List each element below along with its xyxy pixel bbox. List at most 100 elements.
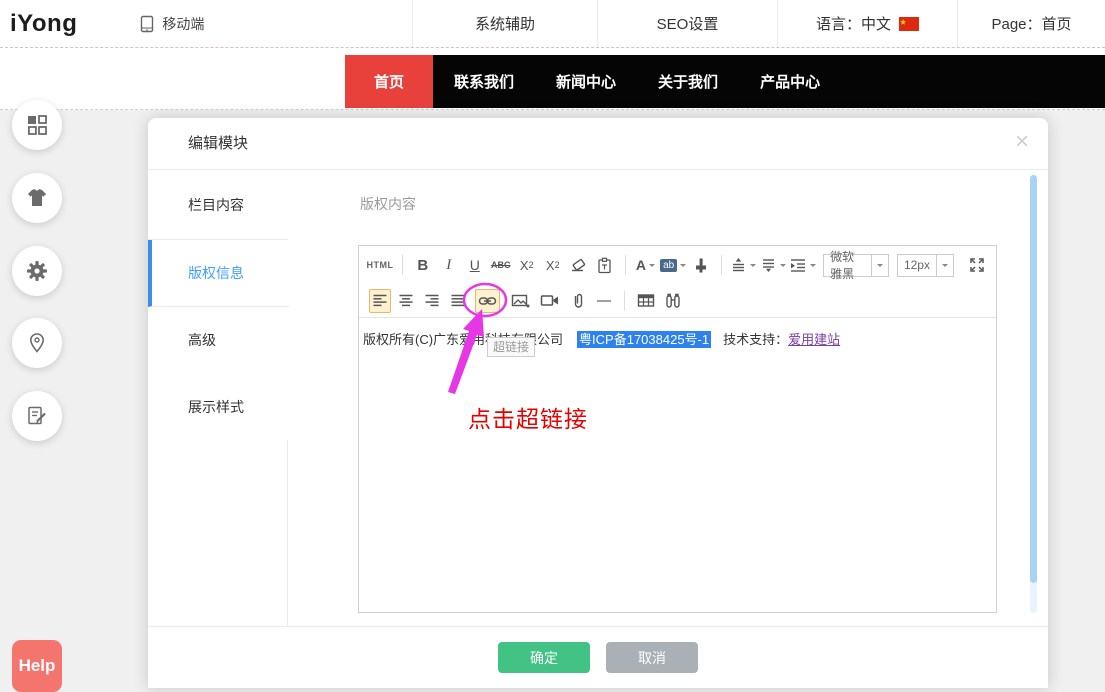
font-size-select[interactable]: 12px: [897, 254, 954, 277]
current-page-menu[interactable]: Page：首页: [957, 0, 1105, 47]
attachment-button[interactable]: [567, 289, 589, 313]
dialog-scrollbar-track[interactable]: [1030, 175, 1037, 613]
iyong-logo: iYong: [0, 10, 77, 38]
tab-advanced[interactable]: 高级: [148, 307, 288, 373]
theme-tshirt-icon: [25, 187, 49, 209]
html-source-button[interactable]: HTML: [367, 253, 393, 277]
align-center-button[interactable]: [395, 289, 417, 313]
nav-item-contact[interactable]: 联系我们: [433, 55, 535, 108]
subscript-base: X: [546, 258, 555, 273]
dialog-title: 编辑模块: [188, 118, 248, 170]
underline-button[interactable]: U: [464, 253, 486, 277]
subscript-num: 2: [555, 260, 560, 270]
topbar-menu: 系统辅助 SEO设置 语言：中文 Page：首页: [412, 0, 1105, 47]
close-icon[interactable]: ×: [1010, 131, 1034, 155]
indent-button[interactable]: [789, 253, 815, 277]
italic-button[interactable]: I: [438, 253, 460, 277]
nav-item-about[interactable]: 关于我们: [637, 55, 739, 108]
current-page-label: Page：首页: [991, 13, 1071, 34]
align-right-button[interactable]: [421, 289, 443, 313]
editor-toolbar-row2: [359, 284, 996, 318]
editor-toolbar-row1: HTML B I U ABC X2 X2: [359, 246, 996, 284]
copyright-content-label: 版权内容: [360, 194, 416, 214]
line-height-button[interactable]: [731, 253, 756, 277]
find-replace-button[interactable]: [662, 289, 684, 313]
confirm-button[interactable]: 确定: [498, 642, 590, 673]
superscript-num: 2: [529, 260, 534, 270]
cancel-button[interactable]: 取消: [606, 642, 698, 673]
subscript-button[interactable]: X2: [542, 253, 564, 277]
dialog-tab-column: 栏目内容 版权信息 高级 展示样式: [148, 170, 288, 626]
dialog-scrollbar-thumb[interactable]: [1030, 175, 1037, 583]
tab-column-content[interactable]: 栏目内容: [148, 170, 288, 240]
support-link[interactable]: 爱用建站: [788, 332, 840, 347]
eraser-button[interactable]: [568, 253, 590, 277]
location-pin-icon: [26, 332, 48, 354]
site-nav-bar: 首页 联系我们 新闻中心 关于我们 产品中心: [345, 55, 1105, 108]
site-nav-zone: 首页 联系我们 新闻中心 关于我们 产品中心: [0, 48, 1105, 110]
horizontal-rule-icon: [596, 299, 612, 303]
fullscreen-button[interactable]: [966, 253, 988, 277]
caret-down-icon: [750, 264, 756, 270]
editor-content-area[interactable]: 版权所有(C)广东爱用科技有限公司粤ICP备17038425号-1技术支持：爱用…: [359, 318, 996, 361]
bold-button[interactable]: B: [412, 253, 434, 277]
toolbar-divider: [721, 255, 722, 275]
indent-icon: [789, 257, 807, 273]
sidebar-location-button[interactable]: [12, 318, 62, 368]
seo-settings-label: SEO设置: [657, 13, 719, 34]
edit-module-dialog: 编辑模块 × 栏目内容 版权信息 高级 展示样式 版权内容 HTML B I U…: [148, 118, 1048, 688]
vertical-align-button[interactable]: [760, 253, 785, 277]
tab-copyright-info[interactable]: 版权信息: [148, 240, 289, 307]
horizontal-rule-button[interactable]: [593, 289, 615, 313]
help-button[interactable]: Help: [12, 640, 62, 692]
format-painter-button[interactable]: [690, 253, 712, 277]
mobile-label: 移动端: [162, 14, 204, 34]
font-family-select[interactable]: 微软雅黑: [823, 254, 889, 277]
sidebar-modules-button[interactable]: [12, 100, 62, 150]
fullscreen-icon: [969, 257, 985, 273]
font-color-label: A: [636, 257, 646, 273]
superscript-base: X: [520, 258, 529, 273]
justify-icon: [450, 293, 466, 308]
sidebar-theme-button[interactable]: [12, 173, 62, 223]
hyperlink-icon: [478, 294, 497, 308]
china-flag-icon: [899, 17, 919, 31]
admin-topbar: iYong 移动端 系统辅助 SEO设置 语言：中文 Page：首页: [0, 0, 1105, 48]
toolbar-divider: [625, 255, 626, 275]
insert-table-button[interactable]: [634, 289, 658, 313]
language-menu[interactable]: 语言：中文: [777, 0, 957, 47]
modules-grid-icon: [26, 114, 48, 136]
selected-icp-text: 粤ICP备17038425号-1: [577, 331, 711, 348]
strikethrough-button[interactable]: ABC: [490, 253, 512, 277]
align-left-icon: [372, 293, 388, 308]
attachment-icon: [571, 292, 586, 309]
insert-video-icon: [540, 293, 560, 308]
insert-video-button[interactable]: [537, 289, 563, 313]
toolbar-divider: [402, 255, 403, 275]
caret-down-icon: [649, 264, 655, 270]
nav-item-products[interactable]: 产品中心: [739, 55, 841, 108]
nav-item-home[interactable]: 首页: [345, 55, 433, 108]
caret-down-icon: [680, 264, 686, 270]
superscript-button[interactable]: X2: [516, 253, 538, 277]
font-color-button[interactable]: A: [634, 253, 656, 277]
system-help-menu[interactable]: 系统辅助: [412, 0, 597, 47]
dialog-footer: 确定 取消: [148, 626, 1048, 688]
rich-text-editor: HTML B I U ABC X2 X2: [358, 245, 997, 613]
system-help-label: 系统辅助: [475, 13, 535, 34]
line-height-icon: [730, 257, 747, 273]
mobile-preview-button[interactable]: 移动端: [139, 14, 204, 34]
hyperlink-button[interactable]: [475, 289, 500, 313]
highlight-color-button[interactable]: ab: [660, 253, 685, 277]
sidebar-settings-button[interactable]: [12, 246, 62, 296]
justify-button[interactable]: [447, 289, 469, 313]
sidebar-edit-button[interactable]: [12, 391, 62, 441]
caret-down-icon: [780, 264, 786, 270]
align-left-button[interactable]: [369, 289, 391, 313]
seo-settings-menu[interactable]: SEO设置: [597, 0, 777, 47]
paste-button[interactable]: [594, 253, 616, 277]
tab-display-style[interactable]: 展示样式: [148, 373, 288, 440]
settings-gear-icon: [25, 259, 49, 283]
nav-item-news[interactable]: 新闻中心: [535, 55, 637, 108]
insert-image-button[interactable]: [508, 289, 533, 313]
